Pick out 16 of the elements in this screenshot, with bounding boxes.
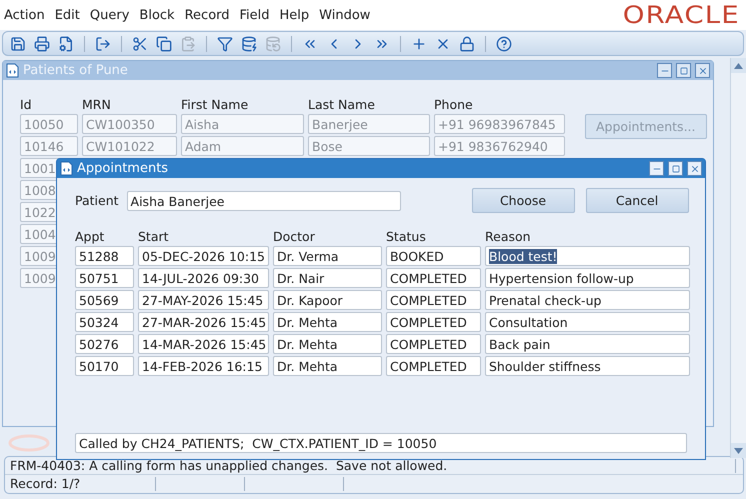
window-title: Patients of Pune bbox=[23, 63, 129, 78]
logo: ORACLE bbox=[622, 1, 740, 29]
column-header: Start bbox=[138, 229, 170, 244]
column-header: Doctor bbox=[273, 229, 316, 244]
record-indicator: Record: 1/? bbox=[5, 476, 156, 490]
column-header: Reason bbox=[485, 229, 532, 244]
column-header: First Name bbox=[181, 97, 250, 112]
status-message: FRM-40403: A calling form has unapplied changes. Save not allowed. bbox=[5, 458, 736, 472]
column-header: Phone bbox=[434, 97, 474, 112]
dialog-title: Appointments bbox=[77, 161, 170, 176]
column-header: MRN bbox=[82, 97, 112, 112]
patient-label: Patient bbox=[75, 193, 119, 208]
column-header: Id bbox=[20, 97, 33, 112]
column-header: Status bbox=[386, 229, 427, 244]
column-header: Last Name bbox=[308, 97, 376, 112]
column-header: Appt bbox=[75, 229, 106, 244]
